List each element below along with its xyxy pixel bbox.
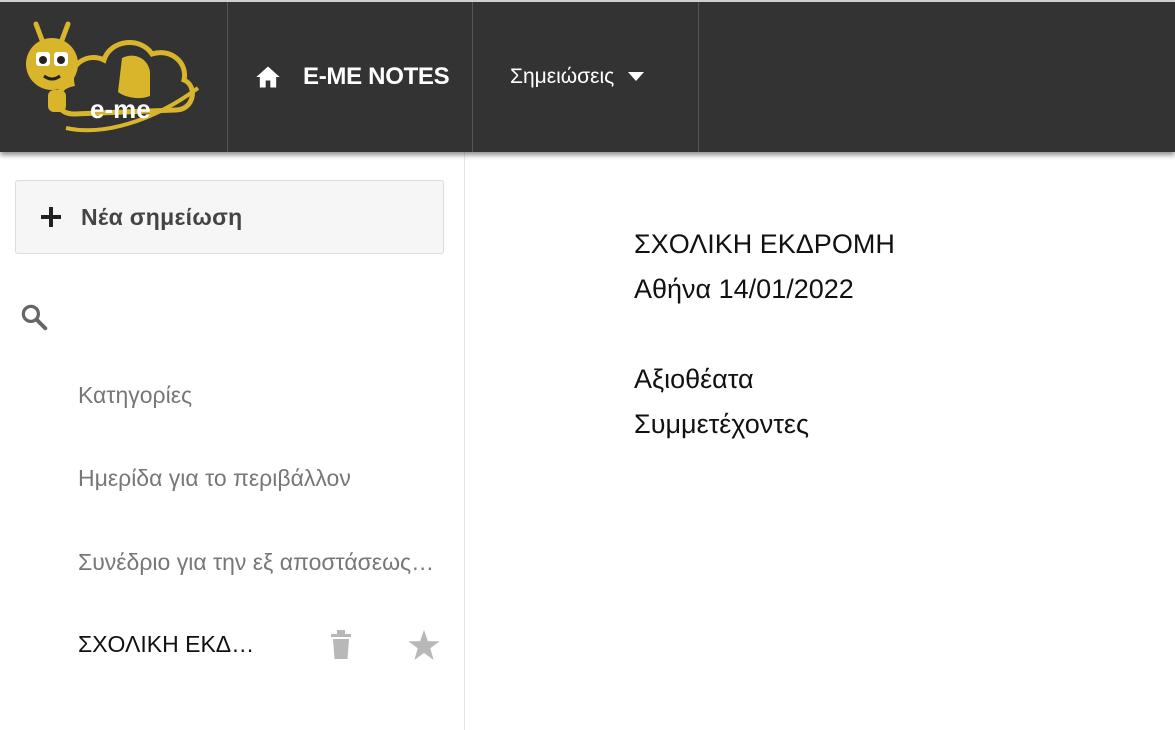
note-line: ΣΧΟΛΙΚΗ ΕΚΔΡΟΜΗ bbox=[634, 229, 895, 259]
star-icon[interactable] bbox=[408, 630, 440, 660]
brand-title: E-ME NOTES bbox=[303, 63, 450, 90]
top-navbar: e-me E-ME NOTES Σημειώσεις bbox=[0, 0, 1175, 152]
note-line: Αθήνα 14/01/2022 bbox=[634, 274, 854, 304]
sidebar-item-note-active[interactable]: ΣΧΟΛΙΚΗ ΕΚΔΡΟΜΗ bbox=[78, 631, 268, 658]
logo-text: e-me bbox=[90, 94, 151, 124]
home-link[interactable]: E-ME NOTES bbox=[228, 2, 473, 152]
note-line: Αξιοθέατα bbox=[634, 364, 754, 394]
new-note-label: Νέα σημείωση bbox=[81, 203, 243, 230]
trash-icon[interactable] bbox=[329, 630, 353, 660]
search-input[interactable] bbox=[58, 296, 442, 338]
note-blank-line bbox=[634, 312, 1154, 357]
note-line: Συμμετέχοντες bbox=[634, 409, 809, 439]
notes-dropdown[interactable]: Σημειώσεις bbox=[473, 2, 699, 152]
home-icon bbox=[256, 66, 280, 88]
new-note-button[interactable]: Νέα σημείωση bbox=[15, 180, 444, 254]
search-icon[interactable] bbox=[19, 302, 49, 332]
logo-cell[interactable]: e-me bbox=[0, 2, 228, 152]
note-content[interactable]: ΣΧΟΛΙΚΗ ΕΚΔΡΟΜΗ Αθήνα 14/01/2022 Αξιοθέα… bbox=[634, 222, 1154, 447]
caret-down-icon bbox=[628, 72, 645, 81]
plus-icon bbox=[41, 207, 61, 227]
notes-dropdown-label: Σημειώσεις bbox=[510, 65, 615, 88]
sidebar-item-note[interactable]: Συνέδριο για την εξ αποστάσεως εκπαίδευσ… bbox=[78, 549, 438, 576]
notes-sidebar: Νέα σημείωση Κατηγορίες Ημερίδα για το π… bbox=[0, 152, 465, 730]
sidebar-item-note[interactable]: Ημερίδα για το περιβάλλον bbox=[78, 465, 438, 492]
e-me-logo: e-me bbox=[26, 21, 200, 133]
sidebar-item-categories[interactable]: Κατηγορίες bbox=[78, 382, 438, 409]
